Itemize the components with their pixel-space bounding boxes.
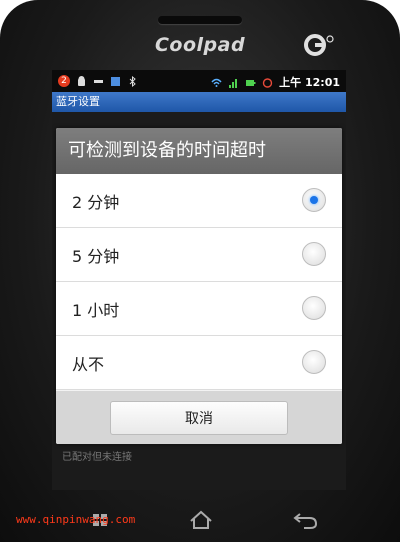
dialog-title: 可检测到设备的时间超时 [56,128,342,174]
watermark: www.qinpinwang.com [16,513,136,526]
earpiece-speaker [158,16,242,24]
option-label: 1 小时 [72,301,120,320]
option-label: 5 分钟 [72,247,120,266]
phone-status-icon [111,76,120,86]
phone-body: Coolpad 2 上午 12:01 蓝牙设置 已配对但未连接 可检测到设备的时… [0,0,400,542]
option-label: 从不 [72,355,105,374]
android-icon [78,75,85,86]
radio-button[interactable] [302,296,326,320]
operator-logo-icon [304,34,334,56]
radio-button[interactable] [302,350,326,374]
home-icon[interactable] [186,506,216,534]
screen: 2 上午 12:01 蓝牙设置 已配对但未连接 可检测到设备的时间超时 2 分钟 [52,70,346,490]
status-right: 上午 12:01 [211,74,340,90]
app-title-bar: 蓝牙设置 [52,92,346,112]
option-1-hour[interactable]: 1 小时 [56,282,342,336]
option-label: 2 分钟 [72,193,120,212]
dialog-footer: 取消 [56,391,342,444]
radio-button-checked[interactable] [302,188,326,212]
alarm-icon [262,77,273,88]
option-2-minutes[interactable]: 2 分钟 [56,174,342,228]
status-bar: 2 上午 12:01 [52,70,346,92]
notification-icons: 2 [58,74,138,88]
option-never[interactable]: 从不 [56,336,342,390]
option-5-minutes[interactable]: 5 分钟 [56,228,342,282]
signal-icon [229,78,238,88]
radio-button[interactable] [302,242,326,266]
usb-icon [94,79,103,83]
wifi-icon [211,78,222,87]
timeout-dialog: 可检测到设备的时间超时 2 分钟 5 分钟 1 小时 从不 取消 [56,128,342,444]
battery-icon [246,79,256,86]
brand-logo: Coolpad [154,34,246,56]
notification-badge-icon: 2 [58,75,70,87]
bluetooth-icon [129,75,136,87]
background-status-text: 已配对但未连接 [62,452,132,463]
status-time: 上午 12:01 [279,76,340,89]
back-icon[interactable] [290,506,320,534]
cancel-button[interactable]: 取消 [110,401,288,435]
